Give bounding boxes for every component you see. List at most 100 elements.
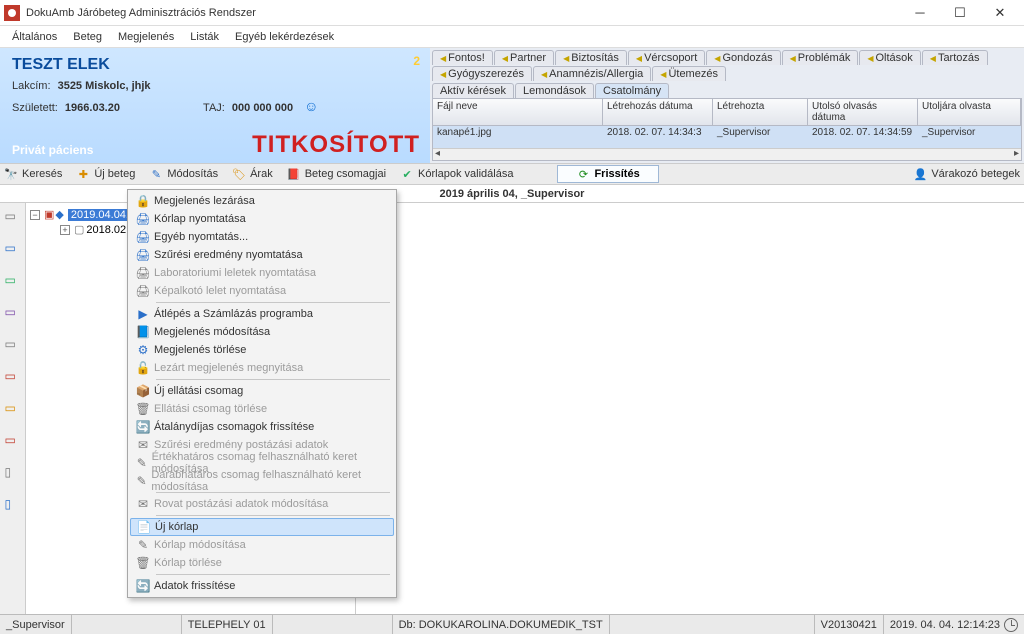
- ctx-item[interactable]: 📦Új ellátási csomag: [130, 382, 394, 400]
- tab-gyogyszer[interactable]: ◀Gyógyszerezés: [432, 66, 532, 81]
- tab-vercsoport[interactable]: ◀Vércsoport: [628, 50, 705, 65]
- ctx-item: ✎Kórlap módosítása: [130, 536, 394, 554]
- ctx-icon: 🖨: [132, 212, 154, 226]
- minimize-button[interactable]: ─: [900, 0, 940, 26]
- taj-label: TAJ:: [203, 102, 225, 114]
- smile-icon: ☺: [304, 98, 318, 114]
- maximize-button[interactable]: ☐: [940, 0, 980, 26]
- ctx-item[interactable]: 🖨Egyéb nyomtatás...: [130, 228, 394, 246]
- note2-icon[interactable]: ▭: [5, 433, 21, 447]
- menu-lists[interactable]: Listák: [182, 29, 227, 45]
- col-lastread-by[interactable]: Utoljára olvasta: [918, 99, 1021, 125]
- search-button[interactable]: 🔭Keresés: [4, 167, 62, 181]
- newpatient-button[interactable]: ✚Új beteg: [76, 167, 135, 181]
- col-created-date[interactable]: Létrehozás dátuma: [603, 99, 713, 125]
- expand-icon[interactable]: +: [60, 225, 70, 235]
- ctx-label: Megjelenés módosítása: [154, 326, 270, 338]
- ctx-label: Új ellátási csomag: [154, 385, 243, 397]
- window-title: DokuAmb Járóbeteg Adminisztrációs Rendsz…: [26, 7, 900, 19]
- note-icon[interactable]: ▭: [5, 401, 21, 415]
- list-icon[interactable]: ▭: [5, 337, 21, 351]
- tab-csatolmany[interactable]: Csatolmány: [595, 83, 669, 98]
- book-icon[interactable]: ▭: [5, 209, 21, 223]
- page-icon[interactable]: ▭: [5, 241, 21, 255]
- tab-lemondasok[interactable]: Lemondások: [515, 83, 594, 98]
- ctx-item: 🔓Lezárt megjelenés megnyitása: [130, 359, 394, 377]
- grid-scrollbar[interactable]: [433, 148, 1021, 160]
- tab-utemezes[interactable]: ◀Ütemezés: [652, 66, 726, 81]
- ctx-item[interactable]: ⚙Megjelenés törlése: [130, 341, 394, 359]
- ctx-label: Átalánydíjas csomagok frissítése: [154, 421, 314, 433]
- folder-icon: ▣: [44, 208, 54, 221]
- refresh-button[interactable]: ⟳Frissítés: [557, 165, 658, 183]
- patient-panel: TESZT ELEK 2 Lakcím: 3525 Miskolc, jhjk …: [0, 48, 430, 163]
- screen-icon[interactable]: ▭: [5, 273, 21, 287]
- ctx-icon: 🖨: [132, 230, 154, 244]
- ctx-separator: [156, 515, 390, 516]
- patient-number: 2: [413, 54, 420, 68]
- attachment-grid: Fájl neve Létrehozás dátuma Létrehozta U…: [432, 98, 1022, 161]
- col-created-by[interactable]: Létrehozta: [713, 99, 808, 125]
- tab-problemak[interactable]: ◀Problémák: [782, 50, 859, 65]
- ctx-item[interactable]: 📘Megjelenés módosítása: [130, 323, 394, 341]
- table-row[interactable]: kanapé1.jpg 2018. 02. 07. 14:34:3 _Super…: [433, 126, 1021, 139]
- addr-label: Lakcím:: [12, 80, 51, 92]
- tab-gondozas[interactable]: ◀Gondozás: [706, 50, 780, 65]
- ctx-separator: [156, 379, 390, 380]
- tab-anamnezis[interactable]: ◀Anamnézis/Allergia: [533, 66, 651, 81]
- doc-icon[interactable]: ▯: [5, 465, 21, 479]
- tab-fontos[interactable]: ◀Fontos!: [432, 50, 493, 65]
- tab-tartozas[interactable]: ◀Tartozás: [922, 50, 988, 65]
- ctx-icon: 📄: [133, 520, 155, 534]
- ctx-separator: [156, 574, 390, 575]
- tag-icon: 🏷: [232, 167, 246, 181]
- waiting-patients-button[interactable]: 👤Várakozó betegek: [913, 167, 1020, 181]
- close-button[interactable]: ✕: [980, 0, 1020, 26]
- grid-icon[interactable]: ▭: [5, 305, 21, 319]
- ctx-label: Lezárt megjelenés megnyitása: [154, 362, 303, 374]
- ctx-icon: 📦: [132, 384, 154, 398]
- col-lastread-date[interactable]: Utolsó olvasás dátuma: [808, 99, 918, 125]
- ctx-item[interactable]: 📄Új kórlap: [130, 518, 394, 536]
- status-site: TELEPHELY 01: [182, 615, 273, 634]
- flag-icon[interactable]: ▭: [5, 369, 21, 383]
- ctx-item[interactable]: 🖨Kórlap nyomtatása: [130, 210, 394, 228]
- tab-partner[interactable]: ◀Partner: [494, 50, 554, 65]
- prices-button[interactable]: 🏷Árak: [232, 167, 273, 181]
- menu-patient[interactable]: Beteg: [65, 29, 110, 45]
- menu-queries[interactable]: Egyéb lekérdezések: [227, 29, 342, 45]
- ctx-label: Kórlap törlése: [154, 557, 222, 569]
- doc2-icon[interactable]: ▯: [5, 497, 21, 511]
- ctx-item[interactable]: ▶Átlépés a Számlázás programba: [130, 305, 394, 323]
- menu-appearance[interactable]: Megjelenés: [110, 29, 182, 45]
- tab-aktiv-keresek[interactable]: Aktív kérések: [432, 83, 514, 98]
- ctx-item[interactable]: 🔄Adatok frissítése: [130, 577, 394, 595]
- ctx-label: Adatok frissítése: [154, 580, 235, 592]
- ctx-icon: 🗑: [132, 556, 154, 570]
- ctx-icon: ✉: [132, 497, 154, 511]
- patient-name: TESZT ELEK: [12, 56, 418, 74]
- check-icon: ✔: [400, 167, 414, 181]
- ctx-label: Darabhatáros csomag felhasználható keret…: [151, 469, 388, 493]
- ctx-label: Egyéb nyomtatás...: [154, 231, 248, 243]
- record-icon: ◆: [55, 208, 63, 221]
- ctx-label: Kórlap nyomtatása: [154, 213, 246, 225]
- packages-button[interactable]: 📕Beteg csomagjai: [287, 167, 386, 181]
- person-icon: 👤: [913, 167, 927, 181]
- ctx-item[interactable]: 🔒Megjelenés lezárása: [130, 192, 394, 210]
- col-filename[interactable]: Fájl neve: [433, 99, 603, 125]
- tab-oltasok[interactable]: ◀Oltások: [859, 50, 920, 65]
- ctx-icon: 🖨: [132, 266, 154, 280]
- ctx-icon: 📘: [132, 325, 154, 339]
- cell-filename: kanapé1.jpg: [433, 126, 603, 139]
- ctx-label: Átlépés a Számlázás programba: [154, 308, 313, 320]
- validate-button[interactable]: ✔Kórlapok validálása: [400, 167, 513, 181]
- expand-icon[interactable]: −: [30, 210, 40, 220]
- modify-button[interactable]: ✎Módosítás: [149, 167, 218, 181]
- package-icon: 📕: [287, 167, 301, 181]
- tab-biztositas[interactable]: ◀Biztosítás: [555, 50, 627, 65]
- toolbar: 🔭Keresés ✚Új beteg ✎Módosítás 🏷Árak 📕Bet…: [0, 163, 1024, 185]
- ctx-item[interactable]: 🖨Szűrési eredmény nyomtatása: [130, 246, 394, 264]
- menu-general[interactable]: Általános: [4, 29, 65, 45]
- ctx-item[interactable]: 🔄Átalánydíjas csomagok frissítése: [130, 418, 394, 436]
